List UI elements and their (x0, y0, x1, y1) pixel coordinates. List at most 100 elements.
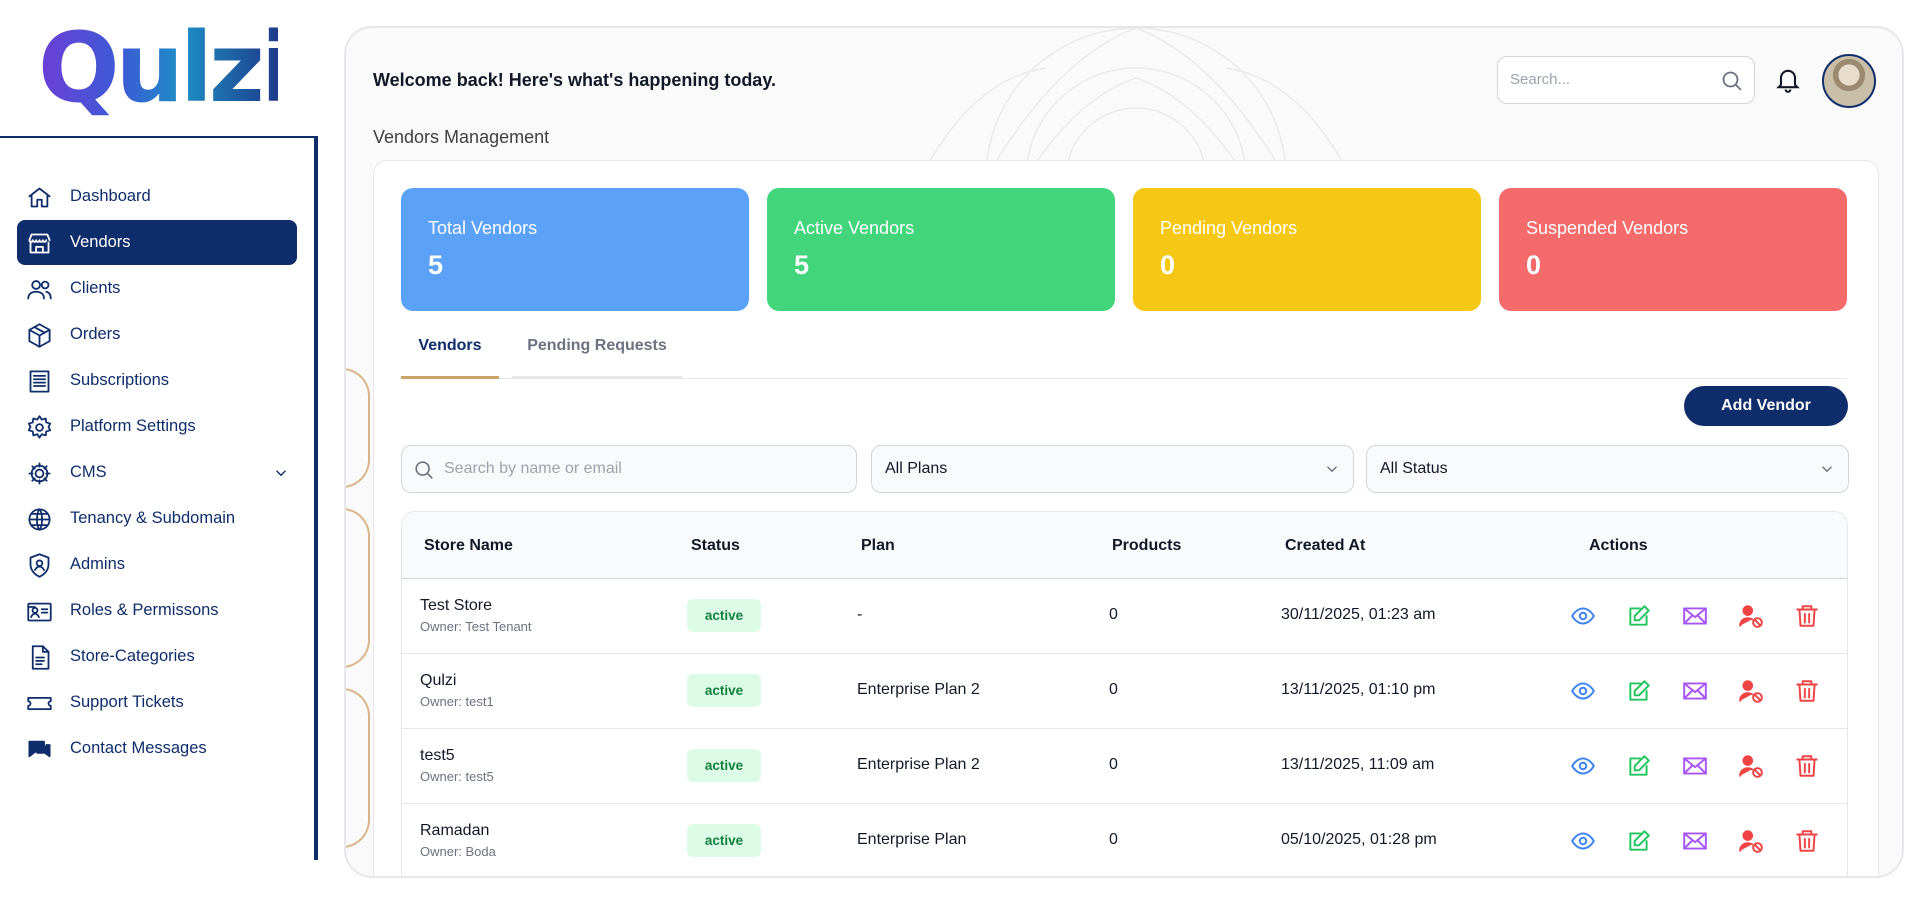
products-cell: 0 (1109, 831, 1118, 848)
view-icon[interactable] (1570, 828, 1596, 854)
store-name: Qulzi (420, 672, 457, 689)
status-badge: active (687, 749, 761, 782)
suspend-user-icon[interactable] (1738, 678, 1764, 704)
chevron-down-icon (1818, 460, 1836, 478)
users-icon (25, 275, 53, 303)
table-row: Test Store Owner: Test Tenant active - 0… (402, 579, 1847, 654)
vendors-card: Total Vendors 5 Active Vendors 5 Pending… (373, 160, 1879, 876)
sidebar-scrollbar[interactable] (314, 136, 318, 860)
suspend-user-icon[interactable] (1738, 828, 1764, 854)
stat-value: 0 (1526, 250, 1542, 280)
stat-title: Suspended Vendors (1526, 218, 1689, 238)
status-badge: active (687, 599, 761, 632)
mail-icon[interactable] (1682, 828, 1708, 854)
sidebar-item-contact-messages[interactable]: Contact Messages (17, 726, 297, 771)
plan-select[interactable]: All Plans (871, 445, 1354, 493)
ticket-icon (25, 689, 53, 717)
cog-icon (25, 459, 53, 487)
stat-value: 5 (794, 250, 810, 280)
sidebar-item-admins[interactable]: Admins (17, 542, 297, 587)
globe-icon (25, 505, 53, 533)
sidebar-item-cms[interactable]: CMS (17, 450, 297, 495)
side-decoration (346, 368, 372, 868)
table-row: test5 Owner: test5 active Enterprise Pla… (402, 729, 1847, 804)
column-header-status[interactable]: Status (691, 512, 740, 579)
search-icon[interactable] (1720, 69, 1744, 93)
search-placeholder: Search... (1510, 71, 1571, 88)
sidebar-item-label: Contact Messages (70, 739, 207, 757)
logo-text: Qulzi (38, 12, 294, 124)
tab-vendors[interactable]: Vendors (401, 321, 499, 379)
table-row: Qulzi Owner: test1 active Enterprise Pla… (402, 654, 1847, 729)
search-placeholder: Search by name or email (444, 460, 622, 477)
global-search-input[interactable]: Search... (1497, 56, 1755, 104)
suspend-user-icon[interactable] (1738, 603, 1764, 629)
store-owner: Owner: Test Tenant (420, 619, 532, 634)
edit-icon[interactable] (1626, 828, 1652, 854)
delete-icon[interactable] (1794, 753, 1820, 779)
column-header-created-at[interactable]: Created At (1285, 512, 1365, 579)
sidebar-item-store-categories[interactable]: Store-Categories (17, 634, 297, 679)
mail-icon[interactable] (1682, 753, 1708, 779)
sidebar-item-clients[interactable]: Clients (17, 266, 297, 311)
view-icon[interactable] (1570, 603, 1596, 629)
sidebar-item-orders[interactable]: Orders (17, 312, 297, 357)
status-select[interactable]: All Status (1366, 445, 1849, 493)
store-owner: Owner: Boda (420, 844, 496, 859)
suspend-user-icon[interactable] (1738, 753, 1764, 779)
stat-total-vendors: Total Vendors 5 (401, 188, 749, 311)
receipt-icon (25, 367, 53, 395)
sidebar-divider (0, 136, 318, 138)
sidebar-item-platform-settings[interactable]: Platform Settings (17, 404, 297, 449)
store-name: Test Store (420, 597, 493, 614)
page-title: Vendors Management (373, 127, 550, 147)
plan-cell: Enterprise Plan 2 (857, 681, 980, 698)
stat-value: 0 (1160, 250, 1176, 280)
store-owner: Owner: test5 (420, 769, 494, 784)
products-cell: 0 (1109, 606, 1118, 623)
sidebar-item-tenancy[interactable]: Tenancy & Subdomain (17, 496, 297, 541)
delete-icon[interactable] (1794, 828, 1820, 854)
delete-icon[interactable] (1794, 678, 1820, 704)
tab-pending-requests[interactable]: Pending Requests (512, 321, 682, 379)
products-cell: 0 (1109, 681, 1118, 698)
sidebar-item-label: Vendors (70, 233, 131, 251)
sidebar-item-roles[interactable]: Roles & Permissons (17, 588, 297, 633)
edit-icon[interactable] (1626, 603, 1652, 629)
status-badge: active (687, 674, 761, 707)
logo[interactable]: Qulzi (38, 12, 294, 124)
chevron-down-icon[interactable] (272, 464, 290, 482)
bell-icon[interactable] (1774, 64, 1802, 94)
mail-icon[interactable] (1682, 678, 1708, 704)
sidebar-item-dashboard[interactable]: Dashboard (17, 174, 297, 219)
edit-icon[interactable] (1626, 678, 1652, 704)
sidebar-item-label: Dashboard (70, 187, 151, 205)
welcome-message: Welcome back! Here's what's happening to… (373, 70, 776, 90)
chevron-down-icon (1323, 460, 1341, 478)
column-header-plan[interactable]: Plan (861, 512, 895, 579)
edit-icon[interactable] (1626, 753, 1652, 779)
delete-icon[interactable] (1794, 603, 1820, 629)
stat-title: Active Vendors (794, 218, 915, 238)
plan-cell: - (857, 606, 863, 623)
sidebar-item-label: Support Tickets (70, 693, 184, 711)
created-at-cell: 30/11/2025, 01:23 am (1281, 606, 1436, 623)
sidebar-item-support-tickets[interactable]: Support Tickets (17, 680, 297, 725)
document-icon (25, 643, 53, 671)
sidebar-item-label: Orders (70, 325, 121, 343)
vendor-search-input[interactable]: Search by name or email (401, 445, 857, 493)
sidebar-item-vendors[interactable]: Vendors (17, 220, 297, 265)
mail-icon[interactable] (1682, 603, 1708, 629)
view-icon[interactable] (1570, 678, 1596, 704)
sidebar-item-subscriptions[interactable]: Subscriptions (17, 358, 297, 403)
view-icon[interactable] (1570, 753, 1596, 779)
stat-suspended-vendors: Suspended Vendors 0 (1499, 188, 1847, 311)
sidebar-item-label: Clients (70, 279, 121, 297)
created-at-cell: 05/10/2025, 01:28 pm (1281, 831, 1437, 848)
add-vendor-button[interactable]: Add Vendor (1684, 386, 1848, 426)
column-header-products[interactable]: Products (1112, 512, 1181, 579)
avatar[interactable] (1822, 54, 1876, 108)
table-header: Store Name Status Plan Products Created … (402, 512, 1847, 579)
column-header-store-name[interactable]: Store Name (424, 512, 513, 579)
created-at-cell: 13/11/2025, 01:10 pm (1281, 681, 1436, 698)
